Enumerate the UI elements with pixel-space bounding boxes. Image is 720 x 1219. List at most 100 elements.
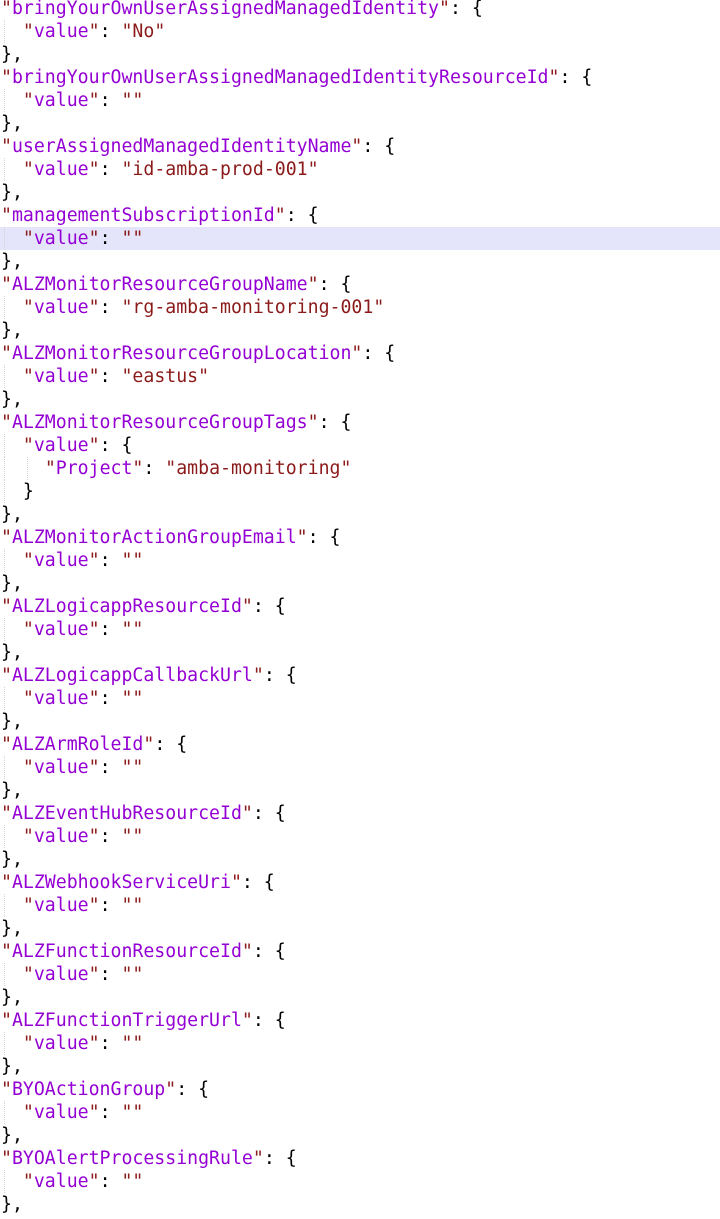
code-line[interactable]: }, [0,779,720,802]
quote-glyph: " [132,228,144,249]
json-punctuation: }, [1,182,23,203]
json-key: value [33,550,89,571]
code-line[interactable]: "Project": "amba-monitoring" [0,457,720,480]
json-punctuation [1,366,23,387]
code-line[interactable]: }, [0,986,720,1009]
code-line[interactable]: "value": "" [0,1101,720,1124]
json-punctuation: : { [263,1148,297,1169]
quote-glyph: " [121,1033,133,1054]
quote-glyph: " [351,343,363,364]
quote-glyph: " [1,527,12,548]
json-code-editor[interactable]: "bringYourOwnUserAssignedManagedIdentity… [0,0,720,1216]
json-key: value [33,757,89,778]
json-punctuation [1,1102,23,1123]
code-line[interactable]: "ALZFunctionResourceId": { [0,940,720,963]
code-line[interactable]: "ALZArmRoleId": { [0,733,720,756]
json-punctuation: : { [252,941,286,962]
json-punctuation: : [99,550,122,571]
code-line[interactable]: }, [0,1055,720,1078]
code-line[interactable]: }, [0,641,720,664]
json-key: value [33,366,89,387]
json-key: value [33,1171,89,1192]
code-line[interactable]: "userAssignedManagedIdentityName": { [0,135,720,158]
code-line[interactable]: "value": "" [0,1032,720,1055]
code-line[interactable]: }, [0,319,720,342]
code-line[interactable]: "value": { [0,434,720,457]
code-line[interactable]: "value": "" [0,894,720,917]
json-punctuation: : [99,826,122,847]
code-line[interactable]: "value": "" [0,756,720,779]
code-line[interactable]: "ALZFunctionTriggerUrl": { [0,1009,720,1032]
json-key: ALZMonitorResourceGroupName [11,274,308,295]
code-line[interactable]: "bringYourOwnUserAssignedManagedIdentity… [0,0,720,20]
code-line[interactable]: "ALZLogicappCallbackUrl": { [0,664,720,687]
code-line[interactable]: }, [0,572,720,595]
code-line[interactable]: "value": "" [0,963,720,986]
code-line[interactable]: }, [0,503,720,526]
quote-glyph: " [132,895,144,916]
json-punctuation: : [99,757,122,778]
code-line[interactable]: "ALZMonitorResourceGroupTags": { [0,411,720,434]
code-line[interactable]: "value": "" [0,1170,720,1193]
json-punctuation: }, [1,504,23,525]
quote-glyph: " [1,0,12,19]
quote-glyph: " [88,21,100,42]
json-punctuation: : { [362,136,396,157]
quote-glyph: " [132,964,144,985]
code-line[interactable]: "value": "" [0,89,720,112]
code-line[interactable]: "value": "" [0,549,720,572]
code-line[interactable]: "ALZMonitorResourceGroupLocation": { [0,342,720,365]
json-punctuation [1,964,23,985]
json-punctuation: }, [1,389,23,410]
code-line[interactable]: } [0,480,720,503]
code-line[interactable]: "value": "No" [0,20,720,43]
json-key: value [33,228,89,249]
code-line[interactable]: "ALZWebhookServiceUri": { [0,871,720,894]
code-line[interactable]: }, [0,1193,720,1216]
quote-glyph: " [22,1171,34,1192]
code-line[interactable]: }, [0,1124,720,1147]
code-line[interactable]: }, [0,250,720,273]
code-line[interactable]: "value": "" [0,618,720,641]
json-punctuation: }, [1,987,23,1008]
quote-glyph: " [121,159,133,180]
code-line[interactable]: "value": "rg-amba-monitoring-001" [0,296,720,319]
quote-glyph: " [22,159,34,180]
code-line[interactable]: "value": "id-amba-prod-001" [0,158,720,181]
code-line[interactable]: "ALZMonitorResourceGroupName": { [0,273,720,296]
code-line[interactable]: "managementSubscriptionId": { [0,204,720,227]
code-line[interactable]: }, [0,848,720,871]
code-line[interactable]: "ALZLogicappResourceId": { [0,595,720,618]
code-line[interactable]: "value": "" [0,825,720,848]
quote-glyph: " [252,1148,264,1169]
code-line[interactable]: }, [0,710,720,733]
code-line[interactable]: "value": "" [0,227,720,250]
json-punctuation [1,21,23,42]
quote-glyph: " [22,757,34,778]
code-line[interactable]: "BYOActionGroup": { [0,1078,720,1101]
code-line[interactable]: }, [0,112,720,135]
code-line[interactable]: "value": "eastus" [0,365,720,388]
quote-glyph: " [44,458,56,479]
json-punctuation: : { [241,872,275,893]
code-line[interactable]: }, [0,917,720,940]
quote-glyph: " [121,688,133,709]
code-line[interactable]: }, [0,181,720,204]
code-line[interactable]: "ALZEventHubResourceId": { [0,802,720,825]
code-line[interactable]: }, [0,388,720,411]
code-line[interactable]: "ALZMonitorActionGroupEmail": { [0,526,720,549]
quote-glyph: " [88,1171,100,1192]
json-punctuation: : { [154,734,188,755]
json-punctuation: : [99,964,122,985]
quote-glyph: " [121,619,133,640]
code-line[interactable]: }, [0,43,720,66]
code-line[interactable]: "bringYourOwnUserAssignedManagedIdentity… [0,66,720,89]
json-key: value [33,688,89,709]
quote-glyph: " [373,297,385,318]
code-line[interactable]: "value": "" [0,687,720,710]
json-punctuation: : { [449,0,483,19]
json-key: ALZFunctionResourceId [11,941,242,962]
code-line[interactable]: "BYOAlertProcessingRule": { [0,1147,720,1170]
json-punctuation: : [99,1102,122,1123]
json-punctuation: : { [559,67,593,88]
